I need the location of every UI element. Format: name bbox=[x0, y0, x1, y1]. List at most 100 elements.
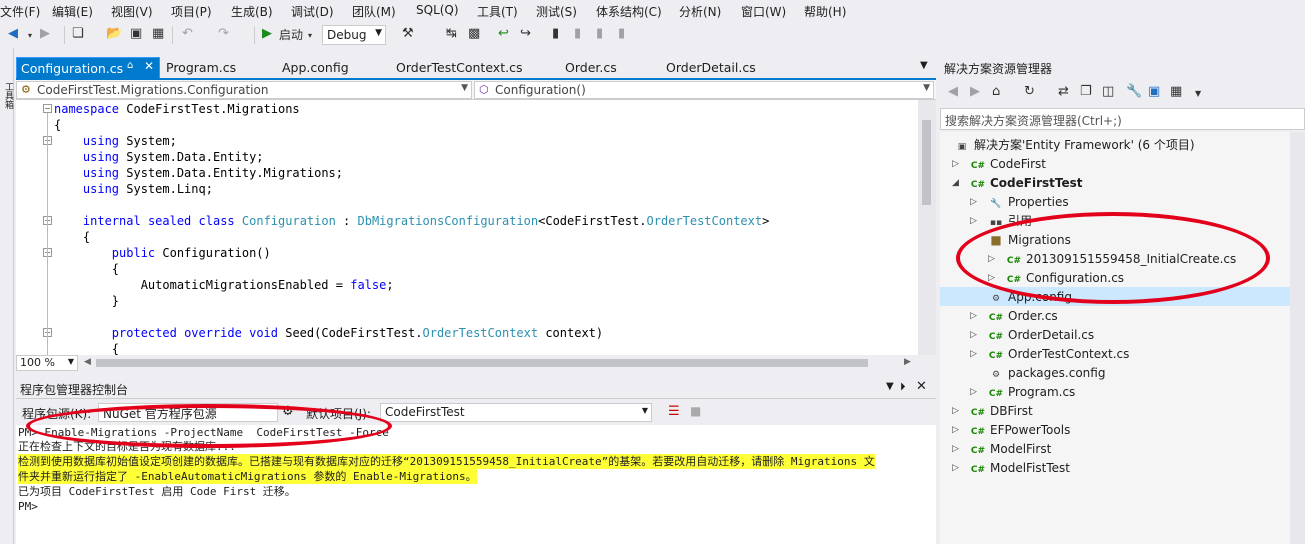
tree-node-orderdetail[interactable]: ▷ C# OrderDetail.cs bbox=[970, 326, 1094, 345]
tab-overflow-icon[interactable]: ▼ bbox=[920, 60, 928, 71]
zoom-select[interactable]: 100 % ▼ bbox=[16, 355, 78, 371]
back-icon[interactable]: ◀ bbox=[948, 84, 958, 100]
tab-app-config[interactable]: App.config bbox=[278, 57, 353, 79]
stop-icon[interactable]: ■ bbox=[690, 404, 701, 418]
tab-program[interactable]: Program.cs bbox=[162, 57, 240, 79]
comment-icon[interactable]: ↩ bbox=[498, 26, 509, 42]
toolbox-rail[interactable]: 工具箱 bbox=[0, 48, 14, 544]
member-dropdown[interactable]: ⬡ Configuration() ▼ bbox=[474, 81, 934, 99]
sync-icon[interactable]: ↻ bbox=[1024, 84, 1035, 100]
solution-config-select[interactable]: Debug ▼ bbox=[322, 25, 386, 45]
menu-view[interactable]: 视图(V) bbox=[111, 3, 153, 20]
view-icon[interactable]: ▦ bbox=[1170, 84, 1182, 100]
tree-node-dbfirst[interactable]: ▷ C# DBFirst bbox=[952, 402, 1033, 421]
home-icon[interactable]: ⌂ bbox=[992, 84, 1000, 100]
expand-icon[interactable]: ▷ bbox=[952, 440, 959, 459]
forward-icon[interactable]: ▶ bbox=[970, 84, 980, 100]
solution-search-input[interactable]: 搜索解决方案资源管理器(Ctrl+;) bbox=[940, 108, 1305, 130]
scroll-right-icon[interactable]: ▶ bbox=[904, 357, 911, 367]
tree-node-modelfirst[interactable]: ▷ C# ModelFirst bbox=[952, 440, 1051, 459]
back-icon[interactable]: ◀ bbox=[8, 26, 18, 42]
menu-team[interactable]: 团队(M) bbox=[352, 3, 396, 20]
close-icon[interactable]: ✕ bbox=[916, 379, 927, 394]
clear-console-icon[interactable]: ☰ bbox=[668, 404, 680, 419]
menu-debug[interactable]: 调试(D) bbox=[291, 3, 334, 20]
horizontal-scroll-thumb[interactable] bbox=[96, 359, 868, 367]
expand-icon[interactable]: ▷ bbox=[970, 383, 977, 402]
tree-node-order[interactable]: ▷ C# Order.cs bbox=[970, 307, 1058, 326]
clear-bookmark-icon[interactable]: ▮ bbox=[618, 26, 625, 42]
save-all-icon[interactable]: ▦ bbox=[152, 26, 164, 42]
dropdown-icon[interactable]: ▼ bbox=[886, 381, 894, 392]
step-icon[interactable]: ↹ bbox=[446, 26, 457, 42]
tab-order-test-context[interactable]: OrderTestContext.cs bbox=[392, 57, 526, 79]
menu-analyze[interactable]: 分析(N) bbox=[679, 3, 721, 20]
expand-icon[interactable]: ▷ bbox=[970, 212, 977, 231]
code-line: protected override void Seed(CodeFirstTe… bbox=[111, 326, 604, 340]
breakpoint-icon[interactable]: ▩ bbox=[468, 26, 480, 42]
menu-help[interactable]: 帮助(H) bbox=[804, 3, 846, 20]
bookmark-icon[interactable]: ▮ bbox=[552, 26, 559, 42]
tree-node-ordertestcontext[interactable]: ▷ C# OrderTestContext.cs bbox=[970, 345, 1129, 364]
tab-configuration[interactable]: Configuration.cs ⌂ ✕ bbox=[16, 57, 160, 79]
tree-node-solution[interactable]: ▣ 解决方案'Entity Framework' (6 个项目) bbox=[954, 136, 1195, 155]
prev-bookmark-icon[interactable]: ▮ bbox=[574, 26, 581, 42]
expand-icon[interactable]: ▷ bbox=[970, 193, 977, 212]
menu-edit[interactable]: 编辑(E) bbox=[52, 3, 93, 20]
menu-test[interactable]: 测试(S) bbox=[536, 3, 577, 20]
menu-project[interactable]: 项目(P) bbox=[171, 3, 212, 20]
menu-architecture[interactable]: 体系结构(C) bbox=[596, 3, 662, 20]
uncomment-icon[interactable]: ↪ bbox=[520, 26, 531, 42]
vertical-scroll-thumb[interactable] bbox=[922, 120, 931, 205]
menu-tools[interactable]: 工具(T) bbox=[477, 3, 518, 20]
save-icon[interactable]: ▣ bbox=[130, 26, 142, 42]
next-bookmark-icon[interactable]: ▮ bbox=[596, 26, 603, 42]
expand-icon[interactable]: ▷ bbox=[970, 345, 977, 364]
back-dropdown-icon[interactable]: ▾ bbox=[28, 28, 32, 44]
menu-build[interactable]: 生成(B) bbox=[231, 3, 273, 20]
expand-icon[interactable]: ▷ bbox=[970, 307, 977, 326]
chevron-down-icon[interactable]: ▼ bbox=[1195, 86, 1201, 102]
scroll-left-icon[interactable]: ◀ bbox=[84, 357, 91, 367]
start-dropdown-icon[interactable]: ▾ bbox=[308, 28, 312, 44]
menu-window[interactable]: 窗口(W) bbox=[741, 3, 786, 20]
show-all-files-icon[interactable]: ◫ bbox=[1102, 84, 1114, 100]
refresh-icon[interactable]: ⇄ bbox=[1058, 84, 1069, 100]
toolbox-label[interactable]: 工具箱 bbox=[1, 82, 13, 109]
expand-icon[interactable]: ▷ bbox=[952, 459, 959, 478]
tree-node-packages-config[interactable]: ⚙ packages.config bbox=[988, 364, 1106, 383]
attach-icon[interactable]: ⚒ bbox=[402, 26, 414, 42]
tab-order-detail[interactable]: OrderDetail.cs bbox=[662, 57, 760, 79]
menu-sql[interactable]: SQL(Q) bbox=[416, 3, 459, 17]
tree-node-codefirsttest[interactable]: ◢ C# CodeFirstTest bbox=[952, 174, 1083, 193]
start-button[interactable]: 启动 bbox=[279, 27, 303, 43]
tree-node-codefirst[interactable]: ▷ C# CodeFirst bbox=[952, 155, 1046, 174]
close-icon[interactable]: ✕ bbox=[144, 59, 154, 73]
tree-scrollbar[interactable] bbox=[1290, 132, 1305, 544]
tree-node-efpowertools[interactable]: ▷ C# EFPowerTools bbox=[952, 421, 1070, 440]
collapse-icon[interactable]: ◢ bbox=[952, 174, 959, 193]
properties-icon[interactable]: 🔧 bbox=[1126, 84, 1142, 100]
project-select[interactable]: CodeFirstTest ▼ bbox=[380, 403, 652, 422]
preview-icon[interactable]: ▣ bbox=[1148, 84, 1160, 100]
tab-order[interactable]: Order.cs bbox=[561, 57, 621, 79]
expand-icon[interactable]: ▷ bbox=[952, 402, 959, 421]
expand-icon[interactable]: ▷ bbox=[952, 155, 959, 174]
tree-node-modelfisttest[interactable]: ▷ C# ModelFistTest bbox=[952, 459, 1070, 478]
tree-node-properties[interactable]: ▷ 🔧 Properties bbox=[970, 193, 1069, 212]
menu-file[interactable]: 文件(F) bbox=[0, 3, 40, 20]
forward-icon[interactable]: ▶ bbox=[40, 26, 50, 42]
collapse-all-icon[interactable]: ❐ bbox=[1080, 84, 1092, 100]
expand-icon[interactable]: ▷ bbox=[952, 421, 959, 440]
fold-toggle[interactable]: − bbox=[43, 104, 52, 113]
type-dropdown[interactable]: ⚙ CodeFirstTest.Migrations.Configuration… bbox=[16, 81, 472, 99]
tree-node-program[interactable]: ▷ C# Program.cs bbox=[970, 383, 1075, 402]
undo-icon[interactable]: ↶ bbox=[182, 26, 193, 42]
pin-icon[interactable]: ⌂ bbox=[127, 60, 133, 71]
open-icon[interactable]: 📂 bbox=[106, 26, 122, 42]
expand-icon[interactable]: ▷ bbox=[970, 326, 977, 345]
redo-icon[interactable]: ↷ bbox=[218, 26, 229, 42]
new-project-icon[interactable]: ❏ bbox=[72, 26, 84, 42]
pin-icon[interactable]: ⏵ bbox=[900, 380, 906, 394]
start-icon[interactable]: ▶ bbox=[262, 26, 272, 42]
